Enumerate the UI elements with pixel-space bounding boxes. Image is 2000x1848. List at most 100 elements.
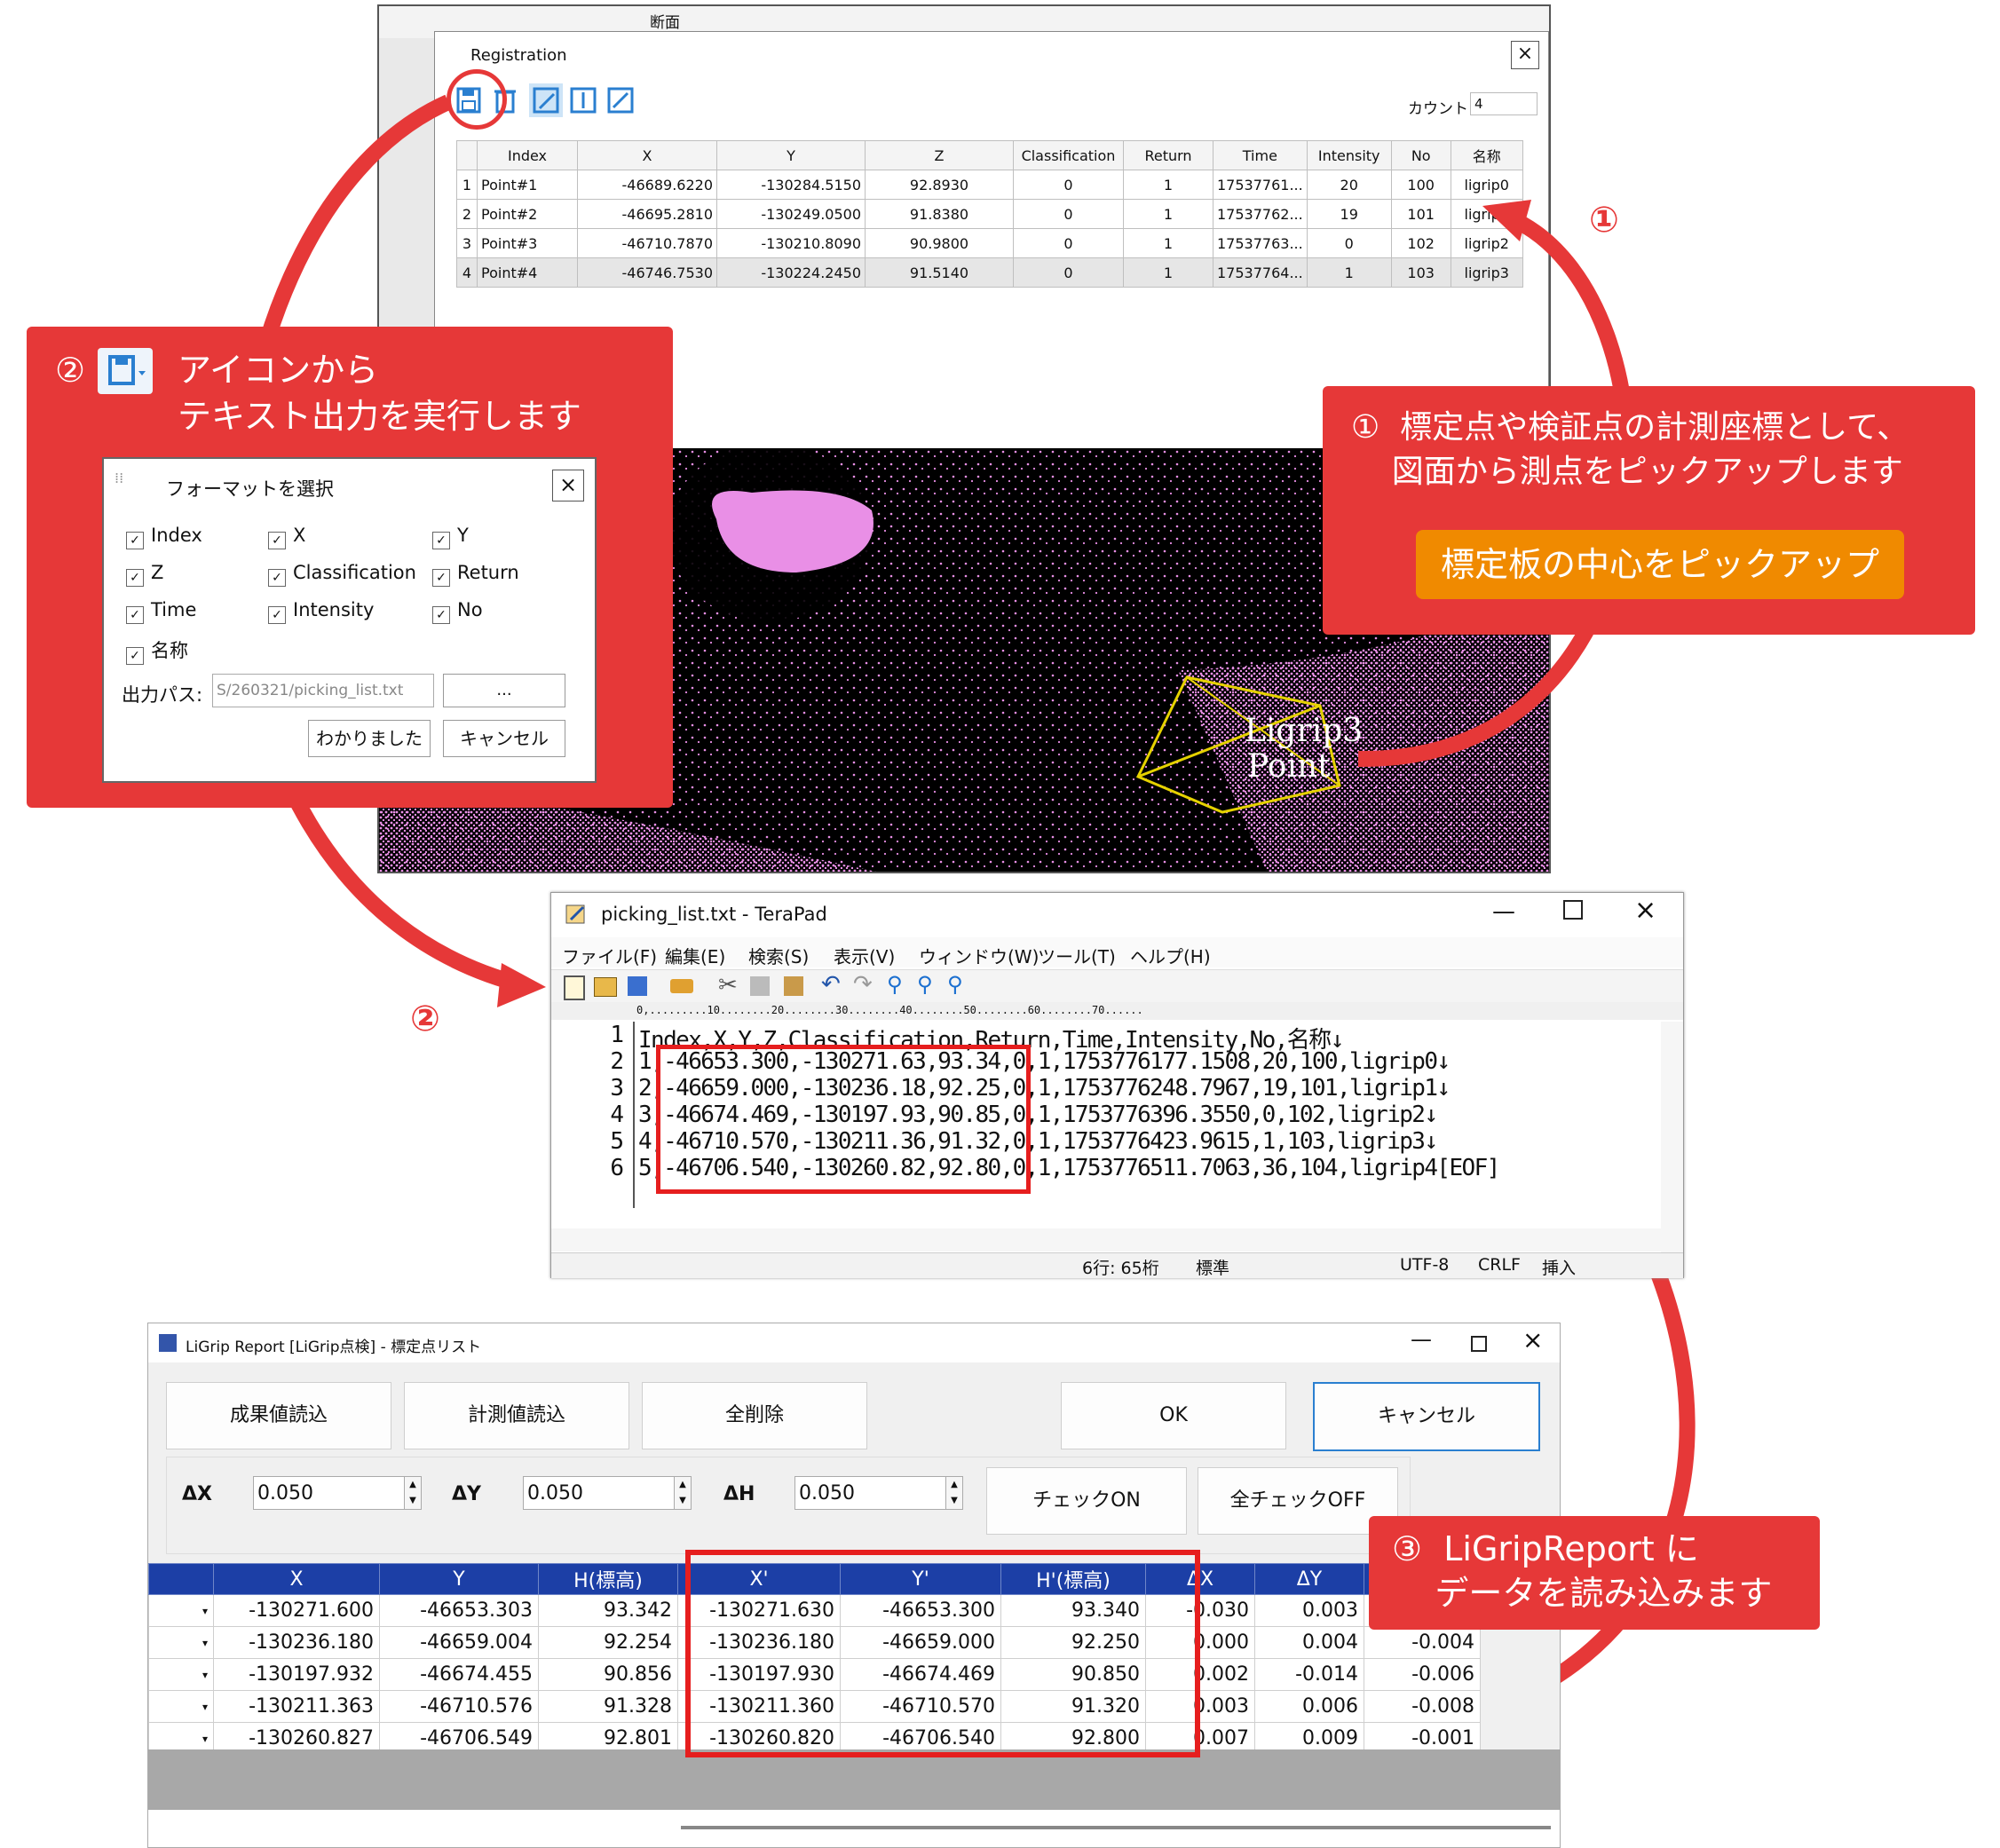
scrollbar-thumb[interactable]	[681, 1826, 1551, 1829]
checkbox-z[interactable]: ✓ Z	[126, 562, 163, 587]
print-icon[interactable]	[670, 979, 693, 993]
marker-1: ①	[1589, 200, 1619, 241]
table-cell[interactable]: 91.328	[538, 1690, 678, 1723]
table-cell[interactable]: 0.006	[1254, 1690, 1364, 1723]
undo-icon[interactable]: ↶	[821, 971, 841, 998]
find-next-icon[interactable]: ⚲	[917, 972, 933, 997]
dh-stepper[interactable]: ▲ ▼	[945, 1477, 962, 1509]
menu-view[interactable]: 表示(V)	[834, 943, 895, 968]
ok-button[interactable]: OK	[1061, 1382, 1286, 1449]
close-icon[interactable]: ×	[1634, 895, 1656, 926]
vertical-scrollbar[interactable]	[1661, 1022, 1683, 1252]
table-cell[interactable]: -130197.932	[213, 1658, 380, 1691]
table-cell[interactable]: -46653.303	[379, 1594, 539, 1627]
dx-input[interactable]: 0.050 ▲ ▼	[253, 1476, 422, 1510]
row-dropdown-icon[interactable]: ▾	[148, 1658, 214, 1691]
terapad-editor[interactable]: 1 2 3 4 5 6 Index,X,Y,Z,Classification,R…	[551, 1022, 1661, 1208]
callout1-badge: 標定板の中心をピックアップ	[1416, 530, 1904, 599]
ligrip-scrollbar[interactable]	[148, 1810, 1560, 1847]
status-encoding: UTF-8	[1400, 1255, 1450, 1275]
delete-all-button[interactable]: 全削除	[642, 1382, 867, 1449]
callout2-prefix: ②	[55, 351, 86, 390]
format-dialog-close-button[interactable]: ×	[552, 470, 584, 501]
checkbox-intensity[interactable]: ✓ Intensity	[268, 599, 374, 624]
checkbox-y[interactable]: ✓ Y	[432, 525, 469, 549]
menu-help[interactable]: ヘルプ(H)	[1130, 943, 1211, 968]
table-cell[interactable]: -0.004	[1364, 1626, 1481, 1659]
check-on-button[interactable]: チェックON	[986, 1467, 1187, 1535]
close-icon[interactable]: ×	[1522, 1325, 1543, 1354]
find-prev-icon[interactable]: ⚲	[947, 972, 963, 997]
col-h[interactable]: H(標高)	[538, 1563, 678, 1595]
col-check[interactable]	[148, 1563, 214, 1595]
open-file-icon[interactable]	[594, 977, 617, 997]
table-cell[interactable]: -0.008	[1364, 1690, 1481, 1723]
ruler-text: 0,.........10........20........30.......…	[636, 1004, 1143, 1016]
save-icon	[108, 355, 146, 385]
load-result-button[interactable]: 成果値読込	[166, 1382, 391, 1449]
load-measure-button[interactable]: 計測値読込	[404, 1382, 629, 1449]
col-dy[interactable]: ΔY	[1254, 1563, 1364, 1595]
menu-search[interactable]: 検索(S)	[748, 943, 809, 968]
table-cell[interactable]: 92.254	[538, 1626, 678, 1659]
table-cell[interactable]: -130236.180	[213, 1626, 380, 1659]
new-file-icon[interactable]	[564, 975, 585, 1000]
redo-icon[interactable]: ↷	[853, 971, 873, 998]
table-cell[interactable]: -46674.455	[379, 1658, 539, 1691]
col-y[interactable]: Y	[379, 1563, 539, 1595]
checkbox-no[interactable]: ✓ No	[432, 599, 483, 624]
drag-handle-icon[interactable]: ⁞⁞	[115, 470, 123, 486]
output-path-field[interactable]: S/260321/picking_list.txt	[212, 674, 434, 707]
table-cell[interactable]: -46710.576	[379, 1690, 539, 1723]
table-cell[interactable]: 90.856	[538, 1658, 678, 1691]
minimize-icon[interactable]: —	[1411, 1327, 1432, 1352]
table-cell[interactable]: 0.003	[1254, 1594, 1364, 1627]
dy-input[interactable]: 0.050 ▲ ▼	[523, 1476, 692, 1510]
col-x[interactable]: X	[213, 1563, 380, 1595]
row-dropdown-icon[interactable]: ▾	[148, 1626, 214, 1659]
row-dropdown-icon[interactable]: ▾	[148, 1594, 214, 1627]
cut-icon[interactable]: ✂	[718, 972, 738, 999]
ok-button[interactable]: わかりました	[308, 720, 431, 757]
checkbox-return[interactable]: ✓ Return	[432, 562, 519, 587]
table-cell[interactable]: 93.342	[538, 1594, 678, 1627]
dh-input[interactable]: 0.050 ▲ ▼	[794, 1476, 963, 1510]
menu-file[interactable]: ファイル(F)	[562, 943, 657, 968]
checkbox-classification[interactable]: ✓ Classification	[268, 562, 416, 587]
menu-edit[interactable]: 編集(E)	[665, 943, 725, 968]
save-file-icon[interactable]	[628, 976, 647, 996]
output-path-label: 出力パス:	[122, 684, 203, 706]
row-dropdown-icon[interactable]: ▾	[148, 1690, 214, 1723]
horizontal-scrollbar[interactable]	[551, 1228, 1661, 1252]
dy-stepper[interactable]: ▲ ▼	[674, 1477, 691, 1509]
maximize-icon[interactable]	[1471, 1336, 1487, 1352]
status-mode: 標準	[1196, 1259, 1230, 1278]
copy-icon[interactable]	[750, 976, 770, 996]
find-icon[interactable]: ⚲	[887, 972, 903, 997]
table-cell[interactable]: -46659.004	[379, 1626, 539, 1659]
menu-tools[interactable]: ツール(T)	[1038, 943, 1116, 968]
cancel-button[interactable]: キャンセル	[443, 720, 565, 757]
checkbox-index[interactable]: ✓ Index	[126, 525, 202, 549]
dh-label: ΔH	[723, 1483, 755, 1505]
table-cell[interactable]: -130271.600	[213, 1594, 380, 1627]
table-cell[interactable]: -0.014	[1254, 1658, 1364, 1691]
terapad-statusbar: 6行: 65桁 標準 UTF-8 CRLF 挿入	[551, 1252, 1683, 1278]
checkbox-name[interactable]: ✓ 名称	[126, 636, 188, 665]
dx-label: ΔX	[182, 1483, 212, 1505]
checkbox-time[interactable]: ✓ Time	[126, 599, 196, 624]
menu-window[interactable]: ウィンドウ(W)	[919, 943, 1039, 968]
dx-stepper[interactable]: ▲ ▼	[404, 1477, 421, 1509]
table-cell[interactable]: -130211.363	[213, 1690, 380, 1723]
table-cell[interactable]: -0.006	[1364, 1658, 1481, 1691]
maximize-icon[interactable]	[1563, 900, 1583, 920]
checkbox-x[interactable]: ✓ X	[268, 525, 305, 549]
browse-button[interactable]: ...	[443, 674, 565, 707]
cancel-button[interactable]: キャンセル	[1313, 1382, 1540, 1451]
callout1-badge-text: 標定板の中心をピックアップ	[1440, 545, 1879, 584]
table-cell[interactable]: 0.004	[1254, 1626, 1364, 1659]
minimize-icon[interactable]: —	[1492, 898, 1515, 925]
ligrip-title: LiGrip Report [LiGrip点検] - 標定点リスト	[186, 1339, 482, 1356]
line-number: 1	[610, 1022, 624, 1048]
paste-icon[interactable]	[784, 976, 803, 996]
